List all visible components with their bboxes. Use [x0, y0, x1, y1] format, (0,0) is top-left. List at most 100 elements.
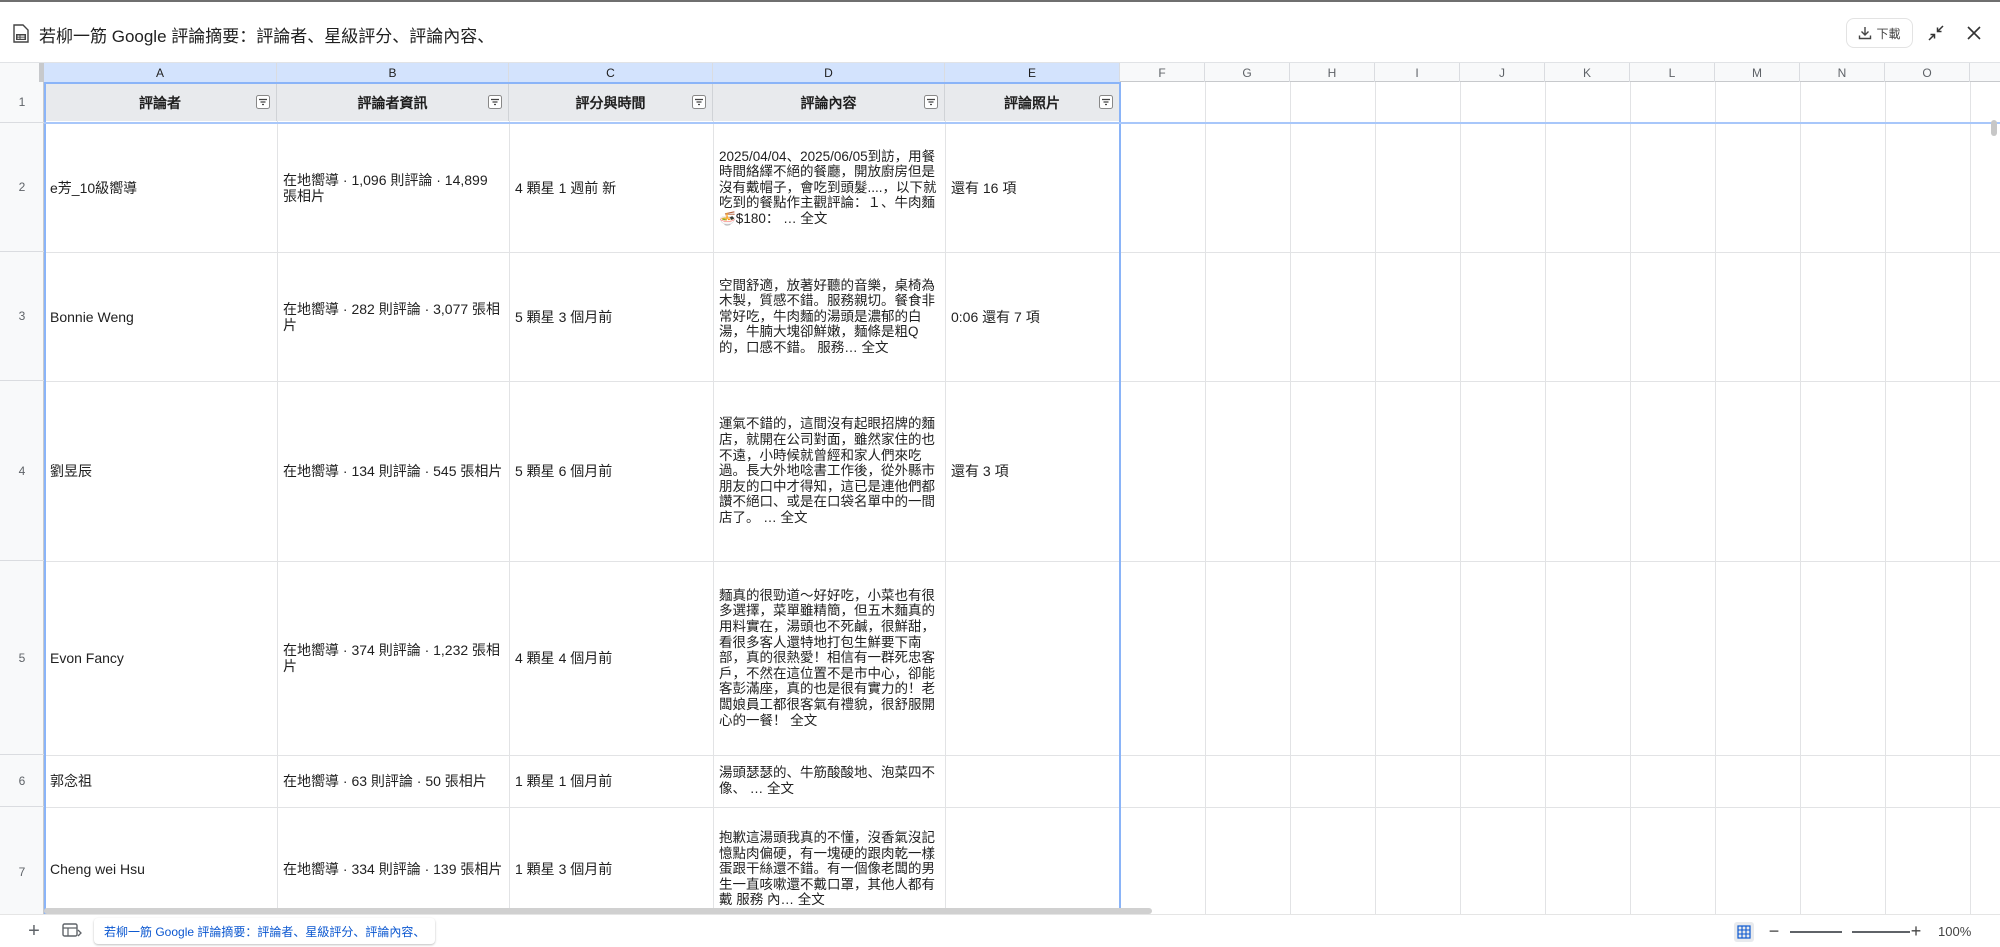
download-label: 下載 [1876, 26, 1901, 41]
header-label-reviewer: 評論者 [139, 94, 181, 111]
column-header-o[interactable]: O [1885, 63, 1970, 82]
close-button[interactable] [1962, 21, 1986, 45]
table-cell-info[interactable]: 在地嚮導 · 282 則評論 · 3,077 張相片 [277, 252, 509, 381]
table-cell-info[interactable]: 在地嚮導 · 1,096 則評論 · 14,899 張相片 [277, 123, 509, 252]
reviewer-name: Cheng wei Hsu [50, 861, 145, 877]
header-cell-reviewer[interactable]: 評論者 [44, 84, 277, 121]
table-cell-rating[interactable]: 4 顆星 4 個月前 [509, 561, 713, 755]
table-cell-photos[interactable]: 還有 16 項 [945, 123, 1120, 252]
table-cell-rating[interactable]: 1 顆星 3 個月前 [509, 807, 713, 914]
filter-icon[interactable] [488, 95, 502, 109]
frozen-row-divider[interactable] [44, 122, 2000, 124]
review-photos: 還有 16 項 [951, 179, 1017, 196]
column-header-e[interactable]: E [945, 63, 1120, 82]
table-cell-rating[interactable]: 1 顆星 1 個月前 [509, 755, 713, 807]
table-cell-photos[interactable] [945, 807, 1120, 914]
table-cell-reviewer[interactable]: Evon Fancy [44, 561, 277, 755]
sheet-tab-active[interactable]: 若柳一筋 Google 評論摘要：評論者、星級評分、評論內容、 [94, 918, 436, 944]
table-cell-info[interactable]: 在地嚮導 · 374 則評論 · 1,232 張相片 [277, 561, 509, 755]
table-cell-reviewer[interactable]: e芳_10級嚮導 [44, 123, 277, 252]
header-cell-reviewer-info[interactable]: 評論者資訊 [277, 84, 509, 121]
filter-icon[interactable] [256, 95, 270, 109]
vertical-scrollbar[interactable] [1991, 120, 1997, 136]
spreadsheet[interactable]: A B C D E F G H I J K L M N O 1 2 3 4 5 … [0, 62, 2000, 914]
header-cell-rating-time[interactable]: 評分與時間 [509, 84, 713, 121]
column-header-j[interactable]: J [1460, 63, 1545, 82]
reviewer-name: 劉昱辰 [50, 463, 92, 479]
filter-icon[interactable] [692, 95, 706, 109]
table-cell-content[interactable]: 麵真的很勁道～好好吃，小菜也有很多選擇，菜單雖精簡，但五木麵真的用料實在，湯頭也… [713, 561, 945, 755]
table-cell-info[interactable]: 在地嚮導 · 63 則評論 · 50 張相片 [277, 755, 509, 807]
table-cell-rating[interactable]: 5 顆星 3 個月前 [509, 252, 713, 381]
download-button[interactable]: 下載 [1846, 18, 1913, 48]
rating-time: 4 顆星 4 個月前 [515, 650, 613, 666]
table-cell-reviewer[interactable]: 劉昱辰 [44, 381, 277, 561]
review-content: 空間舒適，放著好聽的音樂，桌椅為木製，質感不錯。服務親切。餐食非常好吃，牛肉麵的… [719, 277, 935, 355]
column-header-a[interactable]: A [44, 63, 277, 82]
collapse-button[interactable] [1924, 21, 1948, 45]
row-header-5[interactable]: 5 [0, 561, 44, 755]
column-header-m[interactable]: M [1715, 63, 1800, 82]
column-header-k[interactable]: K [1545, 63, 1630, 82]
header-cell-review-content[interactable]: 評論內容 [713, 84, 945, 121]
table-cell-photos[interactable] [945, 755, 1120, 807]
row-header-6[interactable]: 6 [0, 755, 44, 807]
table-cell-content[interactable]: 2025/04/04、2025/06/05到訪，用餐時間絡繹不絕的餐廳，開放廚房… [713, 123, 945, 252]
review-content: 湯頭瑟瑟的、牛筋酸酸地、泡菜四不像、 … 全文 [719, 765, 935, 796]
filter-icon[interactable] [1099, 95, 1113, 109]
table-cell-reviewer[interactable]: Bonnie Weng [44, 252, 277, 381]
sheets-list-icon[interactable] [62, 922, 82, 940]
column-header-f[interactable]: F [1120, 63, 1205, 82]
header-cell-review-photos[interactable]: 評論照片 [945, 84, 1120, 121]
column-header-b[interactable]: B [277, 63, 509, 82]
table-cell-rating[interactable]: 5 顆星 6 個月前 [509, 381, 713, 561]
row-header-3[interactable]: 3 [0, 252, 44, 381]
table-cell-photos[interactable]: 0:06 還有 7 項 [945, 252, 1120, 381]
table-cell-content[interactable]: 抱歉這湯頭我真的不懂，沒香氣沒記憶點肉偏硬，有一塊硬的跟肉乾一樣蛋跟干絲還不錯。… [713, 807, 945, 914]
table-cell-content[interactable]: 空間舒適，放著好聽的音樂，桌椅為木製，質感不錯。服務親切。餐食非常好吃，牛肉麵的… [713, 252, 945, 381]
table-cell-rating[interactable]: 4 顆星 1 週前 新 [509, 123, 713, 252]
table-cell-content[interactable]: 運氣不錯的，這間沒有起眼招牌的麵店，就開在公司對面，雖然家住的也不遠，小時候就曾… [713, 381, 945, 561]
row-header-1[interactable]: 1 [0, 82, 44, 123]
table-cell-photos[interactable] [945, 561, 1120, 755]
reviewer-info: 在地嚮導 · 134 則評論 · 545 張相片 [283, 463, 503, 479]
cell-grid[interactable]: 評論者 評論者資訊 評分與時間 評論內容 評論照片 e芳_10級嚮導 在地嚮導 … [44, 82, 2000, 914]
column-header-d[interactable]: D [713, 63, 945, 82]
zoom-out-button[interactable]: − [1766, 921, 1782, 941]
collapse-icon [1928, 25, 1944, 41]
zoom-in-button[interactable]: + [1908, 921, 1924, 941]
header-label-review-content: 評論內容 [800, 94, 857, 111]
row-header-4[interactable]: 4 [0, 381, 44, 561]
column-header-n[interactable]: N [1800, 63, 1885, 82]
reviewer-info: 在地嚮導 · 63 則評論 · 50 張相片 [283, 773, 487, 789]
add-sheet-button[interactable]: + [24, 920, 44, 942]
table-cell-reviewer[interactable]: 郭念祖 [44, 755, 277, 807]
review-content: 2025/04/04、2025/06/05到訪，用餐時間絡繹不絕的餐廳，開放廚房… [719, 148, 937, 226]
table-cell-photos[interactable]: 還有 3 項 [945, 381, 1120, 561]
review-content: 運氣不錯的，這間沒有起眼招牌的麵店，就開在公司對面，雖然家住的也不遠，小時候就曾… [719, 416, 935, 525]
column-header-c[interactable]: C [509, 63, 713, 82]
row-header-7[interactable]: 7 [0, 807, 44, 914]
column-header-l[interactable]: L [1630, 63, 1715, 82]
table-cell-reviewer[interactable]: Cheng wei Hsu [44, 807, 277, 914]
download-icon [1859, 27, 1872, 40]
row-header-2[interactable]: 2 [0, 123, 44, 252]
rating-time: 1 顆星 3 個月前 [515, 861, 613, 877]
gridlines-toggle[interactable] [1734, 922, 1754, 942]
close-icon [1967, 26, 1981, 40]
table-cell-content[interactable]: 湯頭瑟瑟的、牛筋酸酸地、泡菜四不像、 … 全文 [713, 755, 945, 807]
filter-icon[interactable] [924, 95, 938, 109]
column-header-i[interactable]: I [1375, 63, 1460, 82]
column-header-h[interactable]: H [1290, 63, 1375, 82]
review-content: 麵真的很勁道～好好吃，小菜也有很多選擇，菜單雖精簡，但五木麵真的用料實在，湯頭也… [719, 587, 935, 728]
select-all-corner[interactable] [0, 63, 44, 83]
table-cell-info[interactable]: 在地嚮導 · 134 則評論 · 545 張相片 [277, 381, 509, 561]
table-cell-info[interactable]: 在地嚮導 · 334 則評論 · 139 張相片 [277, 807, 509, 914]
column-header-g[interactable]: G [1205, 63, 1290, 82]
reviewer-info: 在地嚮導 · 1,096 則評論 · 14,899 張相片 [283, 171, 488, 204]
reviewer-info: 在地嚮導 · 282 則評論 · 3,077 張相片 [283, 300, 501, 333]
title-bar: 若柳一筋 Google 評論摘要：評論者、星級評分、評論內容、 下載 [0, 0, 2000, 62]
zoom-slider-handle[interactable] [1842, 925, 1852, 939]
review-photos: 還有 3 項 [951, 463, 1009, 479]
reviewer-name: 郭念祖 [50, 773, 92, 789]
